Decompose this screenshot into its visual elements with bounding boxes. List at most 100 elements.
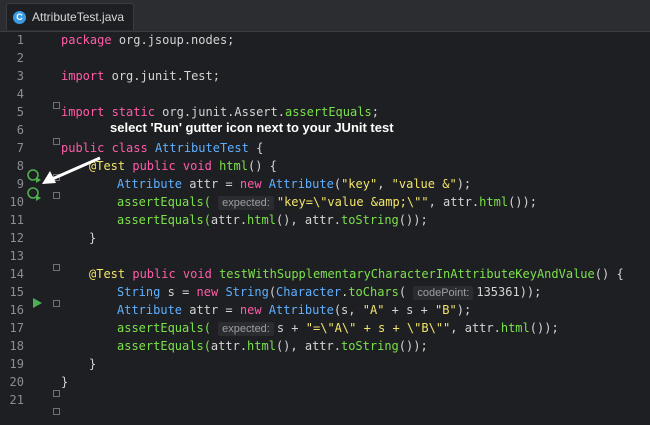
paren: ()); xyxy=(398,213,428,227)
code-text: String s = new String(Character.toChars(… xyxy=(117,283,541,301)
method-call: assertEquals( xyxy=(117,195,211,209)
operator: = xyxy=(225,177,233,191)
code: , attr. xyxy=(450,321,501,335)
code-line: 2 xyxy=(0,49,650,67)
type-name: Attribute xyxy=(117,303,183,317)
string-literal: "=\"A\" + s + \"B\"" xyxy=(305,321,451,335)
editor-tab-bar: C AttributeTest.java xyxy=(0,0,650,32)
keyword: public class xyxy=(61,141,148,155)
line-number: 18 xyxy=(9,339,24,353)
comma: , xyxy=(377,177,385,191)
line-number: 14 xyxy=(9,267,24,281)
string-literal: "B" xyxy=(435,303,457,317)
keyword: import static xyxy=(61,105,155,119)
keyword: package xyxy=(61,33,112,47)
line-number: 13 xyxy=(9,249,24,263)
fold-marker-class-end[interactable] xyxy=(53,408,60,415)
code: , attr. xyxy=(428,195,480,209)
keyword: import xyxy=(61,69,105,83)
keyword: public void xyxy=(132,267,212,281)
code-text: } xyxy=(89,357,97,371)
code-line: 11 assertEquals(attr.html(), attr.toStrin… xyxy=(0,211,650,229)
code-text: } xyxy=(61,375,69,389)
method-call: assertEquals( xyxy=(117,321,211,335)
param-hint: expected: xyxy=(218,196,274,210)
brace: { xyxy=(256,141,264,155)
type-name: Attribute xyxy=(268,177,334,191)
code-line: 1 package org.jsoup.nodes; xyxy=(0,31,650,49)
method-call: assertEquals( xyxy=(117,213,211,227)
tab-attributetest-java[interactable]: C AttributeTest.java xyxy=(6,3,134,30)
method-name: html xyxy=(219,159,248,173)
code-line: 5 import static org.junit.Assert.assertEq… xyxy=(0,103,650,121)
import-name: org.junit.Assert. xyxy=(162,105,285,119)
paren: ( xyxy=(268,285,277,299)
code-text: @Test public void html() { xyxy=(89,157,277,175)
string-literal: "key" xyxy=(341,177,378,191)
method-call: assertEquals( xyxy=(117,339,211,353)
code-line: 17 assertEquals( expected: s + "=\"A\" + s… xyxy=(0,319,650,337)
method-call: toString xyxy=(340,213,399,227)
code-text: import static org.junit.Assert.assertEqu… xyxy=(61,103,379,121)
string-literal: "A" xyxy=(362,303,385,317)
code-line: 21 xyxy=(0,391,650,409)
code-line: 13 xyxy=(0,247,650,265)
line-number: 9 xyxy=(16,177,24,191)
line-number: 19 xyxy=(9,357,24,371)
method-call: html xyxy=(247,213,276,227)
callout-text: select 'Run' gutter icon next to your JU… xyxy=(110,120,394,135)
code-line: 10 assertEquals( expected: "key=\"value &a… xyxy=(0,193,650,211)
type-name: Attribute xyxy=(268,303,334,317)
code: attr. xyxy=(210,213,248,227)
code-line: 14 @Test public void testWithSupplementar… xyxy=(0,265,650,283)
number-literal: 135361 xyxy=(476,285,520,299)
type-name: Character xyxy=(276,285,342,299)
paren: ()); xyxy=(508,195,537,209)
method-call: html xyxy=(479,195,509,209)
code-text: assertEquals(attr.html(), attr.toString(… xyxy=(117,211,428,229)
params: () { xyxy=(247,159,277,173)
param-hint: codePoint: xyxy=(413,286,474,300)
paren: (s, xyxy=(333,303,356,317)
variable: attr xyxy=(189,177,219,191)
variable: attr xyxy=(189,303,219,317)
line-number: 1 xyxy=(16,33,24,47)
method-call: html xyxy=(500,321,530,335)
code: (), attr. xyxy=(275,339,341,353)
tab-label: AttributeTest.java xyxy=(32,10,125,24)
line-number: 16 xyxy=(9,303,24,317)
semicolon: ; xyxy=(371,105,379,119)
line-number: 2 xyxy=(16,51,24,65)
code-line: 18 assertEquals(attr.html(), attr.toStrin… xyxy=(0,337,650,355)
java-class-icon: C xyxy=(13,10,26,24)
method-call: toChars xyxy=(348,285,399,299)
type-name: Attribute xyxy=(117,177,183,191)
method-call: toString xyxy=(340,339,399,353)
line-number: 17 xyxy=(9,321,24,335)
line-number: 10 xyxy=(9,195,24,209)
code-text: } xyxy=(89,231,97,245)
method-call: html xyxy=(247,339,276,353)
code-text: Attribute attr = new Attribute("key", "v… xyxy=(117,175,471,193)
annotation: @Test xyxy=(89,267,126,281)
code-line: 7 public class AttributeTest { xyxy=(0,139,650,157)
line-number: 20 xyxy=(9,375,24,389)
line-number: 3 xyxy=(16,69,24,83)
keyword: new xyxy=(239,177,262,191)
string-literal: "value &" xyxy=(391,177,457,191)
paren: ( xyxy=(398,285,407,299)
line-number: 5 xyxy=(16,105,24,119)
code-text: assertEquals( expected: "key=\"value &amp… xyxy=(117,193,537,211)
paren: )); xyxy=(519,285,542,299)
code: s + xyxy=(276,321,299,335)
keyword: public void xyxy=(132,159,212,173)
code-editor[interactable]: 1 package org.jsoup.nodes; 2 3 import org.… xyxy=(0,31,650,425)
paren: ()); xyxy=(529,321,559,335)
code: attr. xyxy=(210,339,248,353)
code-line: 16 Attribute attr = new Attribute(s, "A" … xyxy=(0,301,650,319)
line-number: 8 xyxy=(16,159,24,173)
line-number: 7 xyxy=(16,141,24,155)
line-number: 15 xyxy=(9,285,24,299)
code-text: assertEquals( expected: s + "=\"A\" + s +… xyxy=(117,319,559,337)
operator: = xyxy=(182,285,190,299)
